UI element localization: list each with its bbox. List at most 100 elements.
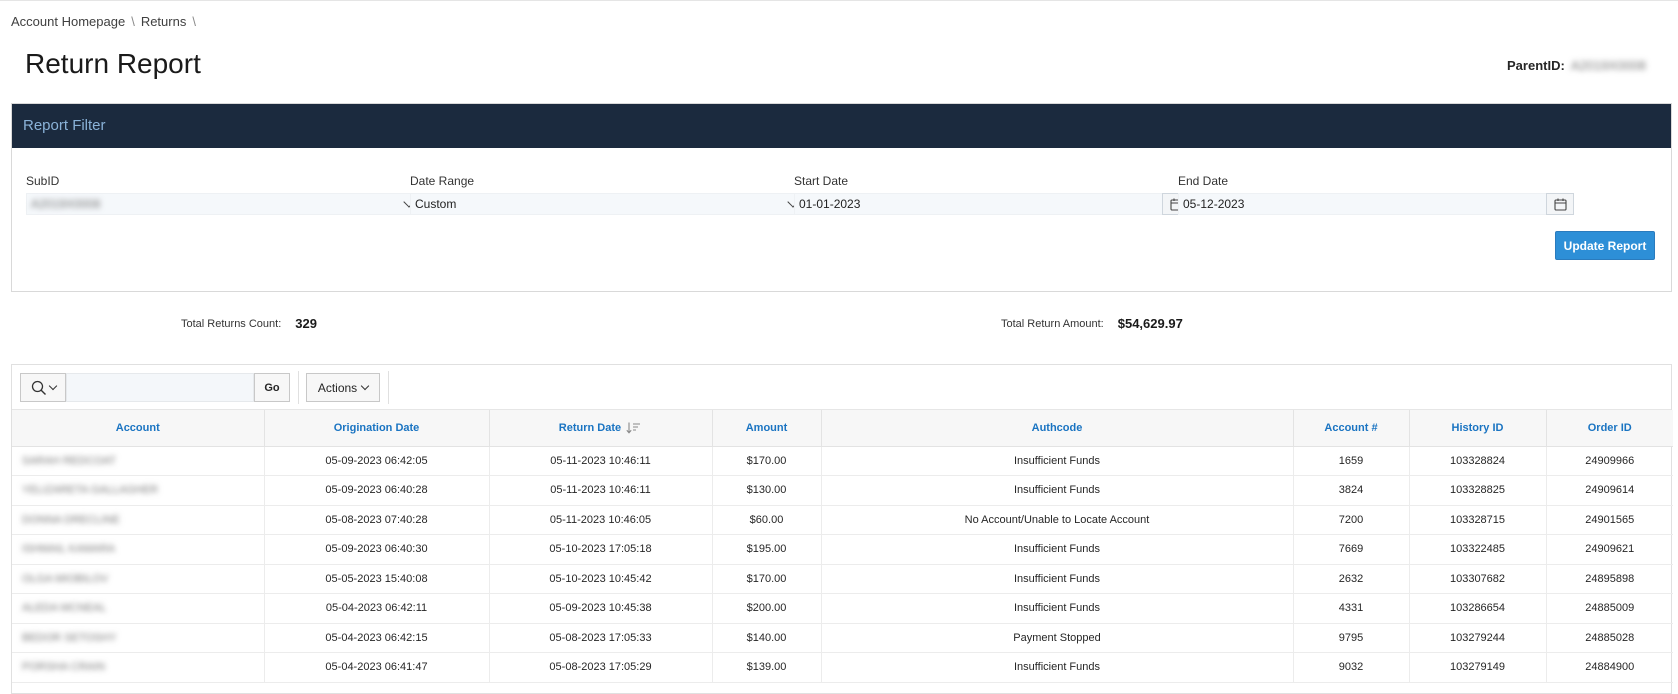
end-date-input[interactable]: 05-12-2023 xyxy=(1178,193,1574,215)
cell-account-number: 3824 xyxy=(1293,475,1410,506)
cell-account: PORSHA CRAIN xyxy=(12,652,265,683)
total-returns-count: Total Returns Count: 329 xyxy=(181,316,317,331)
table-row: SARAH REDCOAT 05-09-2023 06:42:05 05-11-… xyxy=(12,446,1673,476)
cell-history-id: 103328715 xyxy=(1409,505,1547,535)
cell-history-id: 103279149 xyxy=(1409,652,1547,683)
cell-return-date: 05-11-2023 10:46:11 xyxy=(489,475,713,506)
page-title: Return Report xyxy=(25,48,201,79)
column-header-return-date[interactable]: Return Date xyxy=(489,410,713,447)
return-date-header-label: Return Date xyxy=(558,421,622,434)
cell-origination-date: 05-09-2023 06:42:05 xyxy=(264,446,490,476)
actions-menu-button[interactable]: Actions xyxy=(306,373,380,402)
search-column-button[interactable] xyxy=(20,373,66,402)
cell-authcode: Payment Stopped xyxy=(821,623,1294,653)
subid-label: SubID xyxy=(26,174,60,188)
report-filter-header: Report Filter xyxy=(12,104,1671,148)
cell-authcode: Insufficient Funds xyxy=(821,593,1294,624)
start-date-field: Start Date 01-01-2023 xyxy=(794,174,1190,215)
start-date-label: Start Date xyxy=(794,174,849,188)
account-name: PORSHA CRAIN xyxy=(22,661,106,674)
date-range-field: Date Range Custom xyxy=(410,174,806,215)
cell-account-number: 2632 xyxy=(1293,564,1410,594)
cell-account-number: 7200 xyxy=(1293,505,1410,535)
total-returns-count-value: 329 xyxy=(295,316,317,331)
column-header-amount[interactable]: Amount xyxy=(712,410,822,447)
cell-account-number: 9795 xyxy=(1293,623,1410,653)
account-name: DONNA DRECLINE xyxy=(22,513,120,526)
cell-order-id: 24909621 xyxy=(1546,534,1673,565)
report-toolbar: Go Actions xyxy=(12,365,1671,410)
go-button[interactable]: Go xyxy=(254,373,290,402)
cell-origination-date: 05-09-2023 06:40:30 xyxy=(264,534,490,565)
table-row: BEDOR SETOSHY 05-04-2023 06:42:15 05-08-… xyxy=(12,623,1673,653)
cell-history-id: 103286654 xyxy=(1409,593,1547,624)
column-header-order-id[interactable]: Order ID xyxy=(1546,410,1673,447)
breadcrumb: Account Homepage \ Returns \ xyxy=(11,14,196,29)
column-header-history-id[interactable]: History ID xyxy=(1409,410,1547,447)
parent-id-label: ParentID: xyxy=(1507,58,1565,73)
search-icon xyxy=(31,380,46,395)
cell-account-number: 4331 xyxy=(1293,593,1410,624)
table-header-row: Account Origination Date Return Date Amo… xyxy=(12,410,1673,447)
column-header-origination-date[interactable]: Origination Date xyxy=(264,410,490,447)
total-returns-count-label: Total Returns Count: xyxy=(181,317,282,330)
cell-history-id: 103328825 xyxy=(1409,475,1547,506)
cell-account-number: 1659 xyxy=(1293,446,1410,476)
column-header-account[interactable]: Account xyxy=(12,410,265,447)
date-range-select[interactable]: Custom xyxy=(410,193,806,215)
cell-authcode: Insufficient Funds xyxy=(821,475,1294,506)
cell-history-id: 103279244 xyxy=(1409,623,1547,653)
cell-origination-date: 05-09-2023 06:40:28 xyxy=(264,475,490,506)
total-return-amount: Total Return Amount: $54,629.97 xyxy=(1001,316,1183,331)
cell-return-date: 05-11-2023 10:46:11 xyxy=(489,446,713,476)
date-range-label: Date Range xyxy=(410,174,475,188)
cell-origination-date: 05-05-2023 15:40:08 xyxy=(264,564,490,594)
end-date-label: End Date xyxy=(1178,174,1229,188)
cell-order-id: 24884900 xyxy=(1546,652,1673,683)
cell-order-id: 24885009 xyxy=(1546,593,1673,624)
account-name: SARAH REDCOAT xyxy=(22,454,116,467)
search-input[interactable] xyxy=(66,373,254,402)
account-name: YELIZARETA GALLAGHER xyxy=(22,484,159,497)
table-row: DONNA DRECLINE 05-08-2023 07:40:28 05-11… xyxy=(12,505,1673,535)
table-row: YELIZARETA GALLAGHER 05-09-2023 06:40:28… xyxy=(12,475,1673,506)
cell-account: YELIZARETA GALLAGHER xyxy=(12,475,265,506)
cell-origination-date: 05-04-2023 06:41:47 xyxy=(264,652,490,683)
cell-account: OLGA MIOBILOV xyxy=(12,564,265,594)
cell-account: ALEDA MCNEAL xyxy=(12,593,265,624)
cell-authcode: Insufficient Funds xyxy=(821,446,1294,476)
end-date-value: 05-12-2023 xyxy=(1183,197,1245,211)
breadcrumb-account-homepage[interactable]: Account Homepage xyxy=(11,14,125,29)
cell-return-date: 05-10-2023 17:05:18 xyxy=(489,534,713,565)
cell-return-date: 05-11-2023 10:46:05 xyxy=(489,505,713,535)
cell-order-id: 24895898 xyxy=(1546,564,1673,594)
subid-value: A2019X0008 xyxy=(31,197,101,211)
cell-amount: $195.00 xyxy=(712,534,822,565)
column-header-account-number[interactable]: Account # xyxy=(1293,410,1410,447)
parent-id: ParentID: A2019X0008 xyxy=(1507,58,1646,73)
toolbar-divider xyxy=(388,371,389,404)
start-date-value: 01-01-2023 xyxy=(799,197,861,211)
breadcrumb-returns[interactable]: Returns xyxy=(141,14,187,29)
chevron-down-icon xyxy=(48,381,57,391)
update-report-button[interactable]: Update Report xyxy=(1555,231,1655,260)
column-header-authcode[interactable]: Authcode xyxy=(821,410,1294,447)
returns-table: Account Origination Date Return Date Amo… xyxy=(12,410,1673,683)
table-row: ALEDA MCNEAL 05-04-2023 06:42:11 05-09-2… xyxy=(12,593,1673,624)
end-date-field: End Date 05-12-2023 xyxy=(1178,174,1574,215)
toolbar-divider xyxy=(298,371,299,404)
cell-amount: $170.00 xyxy=(712,564,822,594)
subid-select[interactable]: A2019X0008 xyxy=(26,193,422,215)
cell-return-date: 05-08-2023 17:05:33 xyxy=(489,623,713,653)
cell-history-id: 103328824 xyxy=(1409,446,1547,476)
cell-amount: $140.00 xyxy=(712,623,822,653)
cell-account: SARAH REDCOAT xyxy=(12,446,265,476)
calendar-icon[interactable] xyxy=(1546,193,1574,215)
chevron-down-icon xyxy=(360,381,370,391)
start-date-input[interactable]: 01-01-2023 xyxy=(794,193,1190,215)
cell-order-id: 24909614 xyxy=(1546,475,1673,506)
breadcrumb-separator: \ xyxy=(192,14,196,29)
cell-history-id: 103307682 xyxy=(1409,564,1547,594)
cell-history-id: 103322485 xyxy=(1409,534,1547,565)
cell-account: ISHMAIL KAMARA xyxy=(12,534,265,565)
